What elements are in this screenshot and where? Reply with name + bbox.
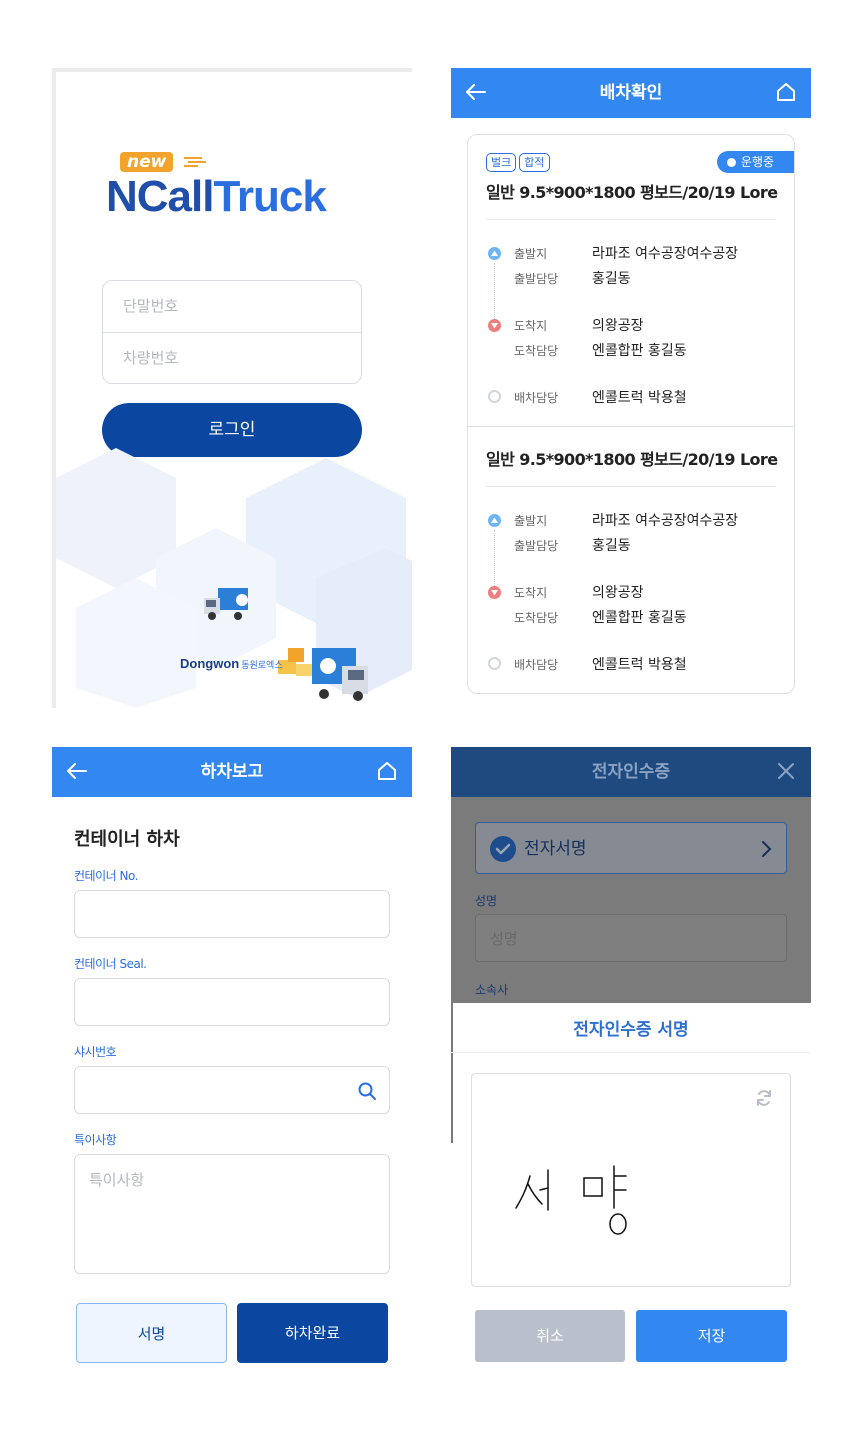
origin-label: 출발지: [514, 247, 548, 261]
esign-label: 전자서명: [524, 839, 587, 859]
trip-title: 일반 9.5*900*1800 평보드/20/19 Lorem ipsum: [486, 183, 778, 202]
dispatcher-label: 배차담당: [514, 658, 559, 672]
ncalltruck-logo: new NCallTruck: [106, 152, 366, 222]
brand-en: Dongwon: [180, 656, 240, 671]
section-title: 컨테이너 하차: [74, 829, 180, 850]
handwritten-signature: [515, 1165, 627, 1235]
dimmed-form-background: 전자서명 성명 성명 소속사: [451, 797, 811, 1003]
trip-title: 일반 9.5*900*1800 평보드/20/19 Lorem ipsum: [486, 450, 778, 469]
close-icon[interactable]: [775, 760, 797, 782]
route-dots: [494, 530, 495, 586]
destination-label: 도착지: [514, 586, 548, 600]
cargo-tags: 벌크 합적: [486, 151, 553, 172]
name-label: 성명: [475, 894, 498, 908]
destination-manager-label: 도착담당: [514, 344, 559, 358]
chassis-number-input[interactable]: [74, 1066, 390, 1114]
dispatcher-circle-icon: [488, 657, 501, 670]
home-icon[interactable]: [376, 760, 398, 782]
tag-bulk: 벌크: [486, 153, 517, 172]
origin-pin-icon: [488, 247, 501, 260]
company-label: 소속사: [475, 983, 509, 997]
divider: [486, 486, 776, 487]
header-bar: 배차확인: [451, 68, 811, 118]
remarks-textarea[interactable]: 특이사항: [74, 1154, 390, 1274]
container-no-label: 컨테이너 No.: [74, 869, 138, 883]
home-icon[interactable]: [775, 81, 797, 103]
destination-pin-icon: [488, 586, 501, 599]
dispatch-confirm-screen: 배차확인 벌크 합적 운행중 일반 9.5*900*1800 평보드/20/19 …: [451, 68, 811, 708]
search-icon[interactable]: [357, 1081, 377, 1101]
card-divider: [468, 426, 794, 427]
terminal-number-input[interactable]: 단말번호: [103, 281, 361, 332]
origin-manager-value: 홍길동: [592, 271, 631, 287]
page-title: 전자인수증: [591, 762, 671, 782]
save-button[interactable]: 저장: [636, 1310, 787, 1362]
logo-wordmark: NCallTruck: [106, 172, 327, 222]
login-form: 단말번호 차량번호: [102, 280, 362, 384]
dispatcher-label: 배차담당: [514, 391, 559, 405]
unload-complete-button[interactable]: 하차완료: [237, 1303, 388, 1363]
tag-combined: 합적: [519, 153, 550, 172]
origin-manager-label: 출발담당: [514, 539, 559, 553]
dongwon-brand-logo: Dongwon 동원로엑스: [180, 656, 283, 671]
origin-value: 라파조 여수공장여수공장: [592, 246, 739, 262]
dispatcher-circle-icon: [488, 390, 501, 403]
destination-label: 도착지: [514, 319, 548, 333]
destination-manager-value: 엔콜합판 홍길동: [592, 343, 687, 359]
esign-row[interactable]: 전자서명: [475, 822, 787, 874]
dispatcher-value: 엔콜트럭 박용철: [592, 657, 687, 673]
destination-value: 의왕공장: [592, 585, 644, 601]
divider: [451, 1052, 811, 1053]
status-text: 운행중: [740, 155, 774, 169]
destination-manager-value: 엔콜합판 홍길동: [592, 610, 687, 626]
origin-value: 라파조 여수공장여수공장: [592, 513, 739, 529]
electronic-receipt-screen: 전자인수증 전자서명 성명 성명 소속사 전자인수증 서명 취소 저장: [451, 747, 811, 1387]
brand-kr: 동원로엑스: [241, 660, 283, 670]
divider: [486, 219, 776, 220]
page-title: 하차보고: [200, 762, 264, 782]
speed-lines-icon: [184, 157, 206, 167]
origin-manager-label: 출발담당: [514, 272, 559, 286]
remarks-label: 특이사항: [74, 1133, 117, 1147]
signature-pad[interactable]: [471, 1073, 791, 1287]
status-badge: 운행중: [716, 151, 794, 173]
cancel-button[interactable]: 취소: [475, 1310, 625, 1362]
header-bar: 하차보고: [52, 747, 412, 797]
sign-button[interactable]: 서명: [76, 1303, 227, 1363]
name-input[interactable]: 성명: [475, 914, 787, 962]
route-dots: [494, 263, 495, 319]
logo-part-truck: Truck: [213, 172, 326, 221]
container-seal-input[interactable]: [74, 978, 390, 1026]
origin-pin-icon: [488, 514, 501, 527]
container-no-input[interactable]: [74, 890, 390, 938]
origin-manager-value: 홍길동: [592, 538, 631, 554]
signature-sheet-title: 전자인수증 서명: [573, 1020, 689, 1040]
header-bar: 전자인수증: [451, 747, 811, 797]
check-circle-icon: [490, 836, 516, 862]
chassis-number-label: 샤시번호: [74, 1045, 117, 1059]
logo-part-ncall: NCall: [106, 172, 214, 221]
status-dot-icon: [726, 158, 736, 167]
destination-pin-icon: [488, 319, 501, 332]
dispatcher-value: 엔콜트럭 박용철: [592, 390, 687, 406]
origin-label: 출발지: [514, 514, 548, 528]
destination-value: 의왕공장: [592, 318, 644, 334]
page-title: 배차확인: [599, 83, 663, 103]
destination-manager-label: 도착담당: [514, 611, 559, 625]
chevron-right-icon: [762, 841, 772, 857]
dispatch-card[interactable]: 벌크합적 운행중 일반 9.5*900*1800 평보드/20/19 Lorem…: [467, 134, 795, 694]
login-screen: new NCallTruck 단말번호 차량번호 로그인 Dongwon 동원로…: [52, 68, 412, 708]
vehicle-number-input[interactable]: 차량번호: [103, 332, 361, 383]
unloading-report-screen: 하차보고 컨테이너 하차 컨테이너 No. 컨테이너 Seal. 샤시번호 특이…: [52, 747, 412, 1387]
logo-new-badge: new: [120, 152, 174, 172]
refresh-icon[interactable]: [754, 1088, 774, 1108]
container-seal-label: 컨테이너 Seal.: [74, 957, 147, 971]
